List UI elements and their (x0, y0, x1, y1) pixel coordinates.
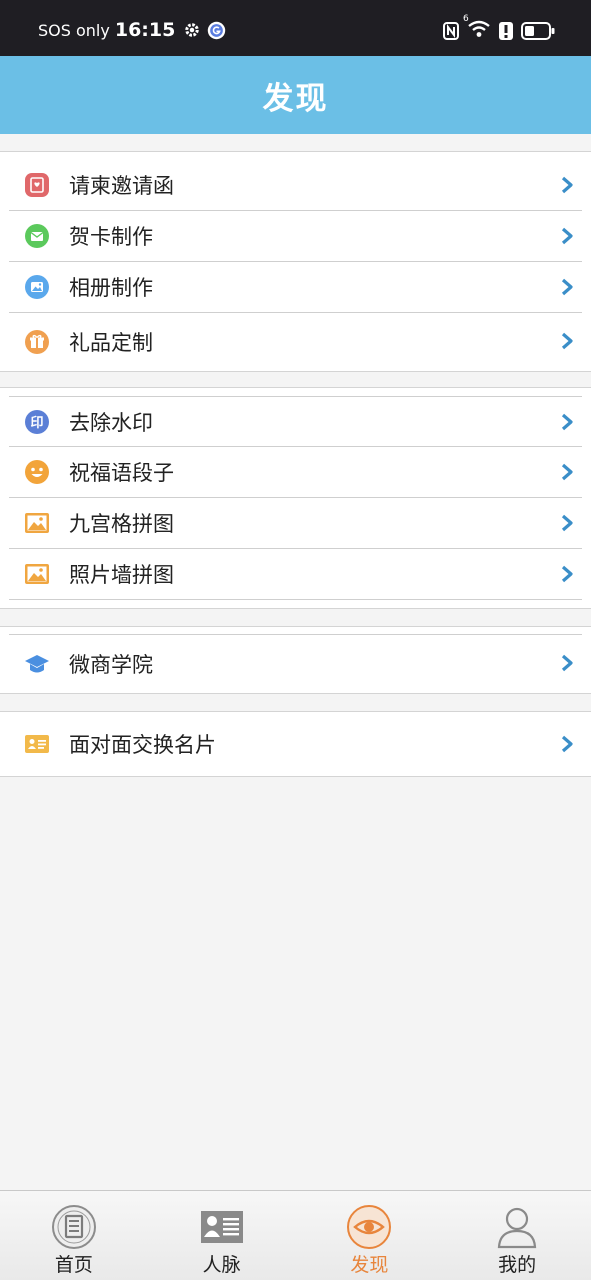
menu-item-label: 去除水印 (69, 410, 153, 435)
menu-group-3: 微商学院 (0, 626, 591, 694)
alert-icon (499, 22, 513, 40)
photo-album-icon (24, 274, 50, 300)
menu-item-photo-wall-puzzle[interactable]: 照片墙拼图 (9, 549, 582, 600)
menu-item-label: 相册制作 (69, 276, 153, 300)
menu-item-label: 九宫格拼图 (69, 512, 174, 536)
menu-item-label: 请柬邀请函 (69, 174, 174, 198)
watermark-stamp-icon: 印 (24, 409, 50, 435)
carrier-text: SOS only (38, 20, 110, 40)
chevron-right-icon (561, 278, 573, 296)
discover-eye-icon (345, 1203, 393, 1251)
menu-group-2: 印 去除水印 祝福语段子 九宫格拼图 照片墙拼图 (0, 387, 591, 609)
menu-group-1: 请柬邀请函 贺卡制作 相册制作 礼品定制 (0, 151, 591, 372)
menu-item-label: 微商学院 (69, 653, 153, 677)
menu-item-blessing-quotes[interactable]: 祝福语段子 (9, 447, 582, 498)
menu-item-gift[interactable]: 礼品定制 (9, 313, 582, 371)
menu-item-label: 贺卡制作 (69, 225, 153, 249)
menu-item-face-to-face-card-exchange[interactable]: 面对面交换名片 (9, 712, 582, 776)
menu-item-label: 面对面交换名片 (69, 733, 216, 757)
wifi-icon (468, 20, 490, 37)
menu-item-photo-album[interactable]: 相册制作 (9, 262, 582, 313)
chevron-right-icon (561, 654, 573, 672)
chevron-right-icon (561, 735, 573, 753)
menu-item-greeting-card[interactable]: 贺卡制作 (9, 211, 582, 262)
page-header: 发现 (0, 56, 591, 134)
chevron-right-icon (561, 413, 573, 431)
settings-gear-icon (185, 23, 200, 37)
chevron-right-icon (561, 176, 573, 194)
grid-puzzle-image-icon (24, 510, 50, 536)
chevron-right-icon (561, 332, 573, 350)
menu-item-nine-grid-puzzle[interactable]: 九宫格拼图 (9, 498, 582, 549)
home-document-icon (50, 1203, 98, 1251)
tab-discover[interactable]: 发现 (296, 1191, 444, 1280)
status-bar: SOS only 16:15 6 (0, 0, 591, 56)
page-title: 发现 (262, 80, 329, 117)
menu-item-invitation[interactable]: 请柬邀请函 (9, 160, 582, 211)
menu-group-4: 面对面交换名片 (0, 711, 591, 777)
menu-item-label: 照片墙拼图 (69, 563, 174, 587)
tab-home[interactable]: 首页 (0, 1191, 148, 1280)
tab-contacts[interactable]: 人脉 (148, 1191, 296, 1280)
tab-label: 发现 (350, 1254, 389, 1276)
tab-profile[interactable]: 我的 (443, 1191, 591, 1280)
svg-text:印: 印 (30, 416, 43, 431)
profile-person-icon (493, 1203, 541, 1251)
chevron-right-icon (561, 565, 573, 583)
menu-item-wechat-business-academy[interactable]: 微商学院 (9, 634, 582, 693)
chevron-right-icon (561, 514, 573, 532)
photo-wall-image-icon (24, 561, 50, 587)
chevron-right-icon (561, 463, 573, 481)
nfc-icon (443, 22, 459, 40)
invitation-icon (24, 172, 50, 198)
bottom-tab-bar: 首页 人脉 发现 我的 (0, 1190, 591, 1280)
business-card-icon (24, 731, 50, 757)
wifi-indicator: 6 (463, 14, 491, 42)
tab-label: 人脉 (202, 1254, 241, 1276)
gift-icon (24, 329, 50, 355)
smiley-icon (24, 459, 50, 485)
chevron-right-icon (561, 227, 573, 245)
graduation-cap-icon (24, 651, 50, 677)
battery-icon (521, 22, 555, 40)
google-badge-icon (208, 21, 226, 39)
menu-item-label: 祝福语段子 (69, 461, 174, 485)
tab-label: 首页 (54, 1254, 93, 1276)
mail-card-icon (24, 223, 50, 249)
wifi-badge: 6 (463, 14, 469, 24)
status-time: 16:15 (114, 19, 176, 41)
contacts-card-icon (198, 1203, 246, 1251)
menu-item-remove-watermark[interactable]: 印 去除水印 (9, 396, 582, 447)
menu-item-label: 礼品定制 (69, 331, 153, 355)
tab-label: 我的 (498, 1254, 537, 1276)
